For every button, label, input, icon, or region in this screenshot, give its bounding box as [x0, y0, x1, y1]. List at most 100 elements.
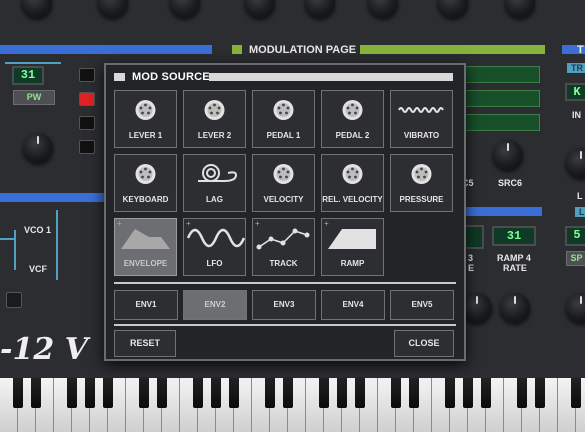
dialog-title: MOD SOURCE: [132, 71, 210, 83]
knob[interactable]: [22, 0, 52, 18]
source-keyboard[interactable]: KEYBOARD: [114, 154, 177, 212]
knob[interactable]: [305, 0, 335, 18]
mod-source-dialog: MOD SOURCE LEVER 1 LEVER 2 PEDAL 1 PEDAL…: [104, 63, 466, 361]
black-key[interactable]: [67, 378, 77, 408]
source-track[interactable]: + TRACK: [252, 218, 315, 276]
tile-label: TRACK: [269, 259, 298, 268]
patch-line: [14, 230, 16, 270]
source-lever-2[interactable]: LEVER 2: [183, 90, 246, 148]
green-display: [462, 90, 540, 107]
source-lever-1[interactable]: LEVER 1: [114, 90, 177, 148]
knob[interactable]: [368, 0, 398, 18]
black-key[interactable]: [445, 378, 455, 408]
knob[interactable]: [23, 133, 53, 163]
reset-button[interactable]: RESET: [114, 330, 176, 357]
knob[interactable]: [505, 0, 535, 18]
din-connector-icon: [322, 161, 383, 187]
green-band: [232, 45, 242, 54]
blue-band: [462, 207, 542, 216]
black-key[interactable]: [337, 378, 347, 408]
green-band: [360, 45, 545, 54]
sp-button[interactable]: SP: [566, 251, 585, 266]
ramp4-label: RAMP 4: [497, 253, 531, 263]
black-key[interactable]: [319, 378, 329, 408]
tile-label: VELOCITY: [263, 195, 304, 204]
black-key[interactable]: [85, 378, 95, 408]
knob[interactable]: [493, 140, 523, 170]
black-key[interactable]: [13, 378, 23, 408]
black-key[interactable]: [391, 378, 401, 408]
black-key[interactable]: [571, 378, 581, 408]
black-key[interactable]: [193, 378, 203, 408]
knob[interactable]: [566, 293, 585, 323]
sine-wave-icon: [184, 225, 246, 251]
knob[interactable]: [500, 293, 530, 323]
source-rel-velocity[interactable]: REL. VELOCITY: [321, 154, 384, 212]
close-button[interactable]: CLOSE: [394, 330, 454, 357]
ramp3-sub: E: [468, 263, 475, 273]
ramp3-label: 3: [468, 253, 474, 263]
env1-button[interactable]: ENV1: [114, 290, 178, 320]
black-key[interactable]: [409, 378, 419, 408]
black-key[interactable]: [157, 378, 167, 408]
env3-button[interactable]: ENV3: [252, 290, 316, 320]
env2-button[interactable]: ENV2: [183, 290, 247, 320]
source-ramp[interactable]: + RAMP: [321, 218, 384, 276]
ramp-shape-icon: [322, 225, 383, 251]
led[interactable]: [79, 68, 95, 82]
din-connector-icon: [322, 97, 383, 123]
knob[interactable]: [170, 0, 200, 18]
black-key[interactable]: [211, 378, 221, 408]
right-in: IN: [572, 110, 581, 120]
lcd-display-k: K: [565, 83, 585, 101]
knob[interactable]: [245, 0, 275, 18]
din-connector-icon: [184, 97, 245, 123]
knob[interactable]: [438, 0, 468, 18]
title-bar-line: [209, 73, 453, 81]
knob[interactable]: [566, 148, 585, 178]
tile-label: VIBRATO: [403, 131, 440, 140]
lcd-display-right: 5: [565, 226, 585, 246]
black-key[interactable]: [103, 378, 113, 408]
source-velocity[interactable]: VELOCITY: [252, 154, 315, 212]
black-key[interactable]: [139, 378, 149, 408]
tile-label: PEDAL 2: [335, 131, 370, 140]
source-lfo[interactable]: + LFO: [183, 218, 246, 276]
pw-button[interactable]: PW: [13, 90, 55, 105]
source-pressure[interactable]: PRESSURE: [390, 154, 453, 212]
piano-keyboard[interactable]: [0, 378, 585, 432]
black-key[interactable]: [283, 378, 293, 408]
blue-band: [0, 193, 104, 202]
logo-text: -12 V: [0, 332, 88, 367]
source-lag[interactable]: LAG: [183, 154, 246, 212]
env5-button[interactable]: ENV5: [390, 290, 454, 320]
patch-line: [0, 238, 14, 240]
black-key[interactable]: [535, 378, 545, 408]
led[interactable]: [79, 116, 95, 130]
black-key[interactable]: [265, 378, 275, 408]
knob[interactable]: [98, 0, 128, 18]
source-vibrato[interactable]: VIBRATO: [390, 90, 453, 148]
source-pedal-1[interactable]: PEDAL 1: [252, 90, 315, 148]
small-button[interactable]: [6, 292, 22, 308]
vco-label: VCO 1: [24, 225, 52, 235]
source-envelope[interactable]: + ENVELOPE: [114, 218, 177, 276]
vibrato-wave-icon: [391, 97, 452, 123]
black-key[interactable]: [481, 378, 491, 408]
black-key[interactable]: [463, 378, 473, 408]
black-key[interactable]: [517, 378, 527, 408]
black-key[interactable]: [31, 378, 41, 408]
din-connector-icon: [115, 161, 176, 187]
env4-button[interactable]: ENV4: [321, 290, 385, 320]
knob[interactable]: [462, 293, 492, 323]
din-connector-icon: [115, 97, 176, 123]
led[interactable]: [79, 140, 95, 154]
source-pedal-2[interactable]: PEDAL 2: [321, 90, 384, 148]
black-key[interactable]: [355, 378, 365, 408]
led-red[interactable]: [79, 92, 95, 106]
tile-label: PEDAL 1: [266, 131, 301, 140]
tile-label: LFO: [206, 259, 223, 268]
patch-line: [56, 210, 58, 280]
src6-label: SRC6: [498, 178, 523, 188]
black-key[interactable]: [229, 378, 239, 408]
